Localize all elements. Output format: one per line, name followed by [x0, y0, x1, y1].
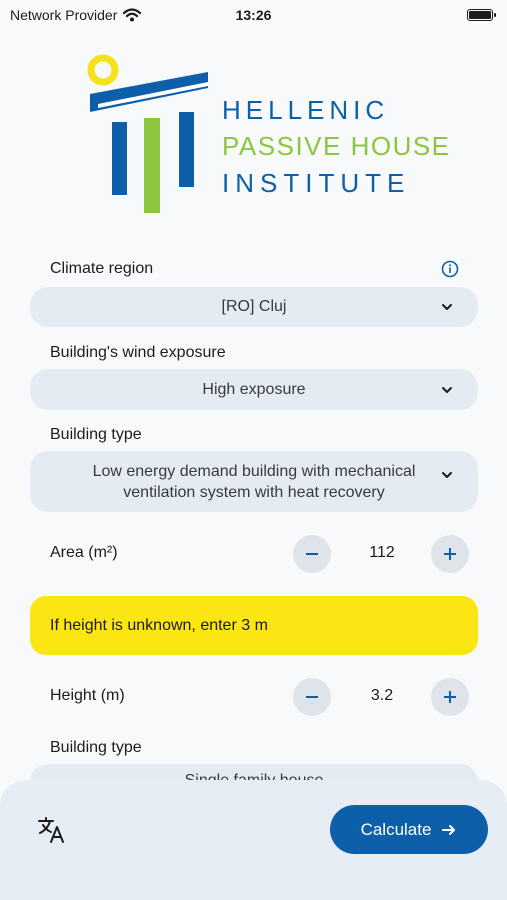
- climate-region-dropdown[interactable]: [RO] Cluj: [30, 287, 478, 327]
- chevron-down-icon: [442, 304, 452, 310]
- area-decrement-button[interactable]: [293, 535, 331, 573]
- status-bar: Network Provider 13:26: [0, 0, 507, 30]
- area-label: Area (m²): [50, 544, 118, 561]
- area-value[interactable]: 112: [352, 544, 412, 562]
- chevron-down-icon: [442, 386, 452, 393]
- height-hint-banner: If height is unknown, enter 3 m: [30, 596, 478, 655]
- arrow-right-icon: [442, 824, 456, 835]
- plus-icon: [444, 548, 456, 560]
- building-type-2-label: Building type: [50, 739, 142, 756]
- bottom-action-bar: Calculate: [0, 780, 507, 900]
- height-hint-text: If height is unknown, enter 3 m: [50, 616, 268, 634]
- carrier-name: Network Provider: [10, 7, 118, 23]
- height-decrement-button[interactable]: [293, 678, 331, 716]
- building-type-dropdown[interactable]: Low energy demand building with mechanic…: [30, 451, 478, 512]
- minus-icon: [306, 553, 318, 555]
- building-type-value: Low energy demand building with mechanic…: [92, 462, 416, 501]
- logo-text-passive-house: PASSIVE HOUSE: [222, 131, 451, 161]
- height-value[interactable]: 3.2: [352, 687, 412, 705]
- logo-text-hellenic: HELLENIC: [222, 95, 390, 125]
- calculate-label: Calculate: [360, 819, 432, 839]
- battery-icon: [467, 9, 496, 21]
- building-type-label: Building type: [50, 426, 142, 443]
- plus-icon: [444, 691, 456, 703]
- info-icon[interactable]: [441, 260, 459, 278]
- status-left: Network Provider: [10, 7, 142, 23]
- chevron-down-icon: [442, 471, 452, 478]
- logo-graphic: [87, 54, 208, 213]
- wifi-icon: [123, 8, 142, 22]
- translate-icon[interactable]: [36, 814, 68, 846]
- area-increment-button[interactable]: [431, 535, 469, 573]
- climate-region-label: Climate region: [50, 260, 154, 277]
- calculate-button[interactable]: Calculate: [330, 805, 488, 854]
- minus-icon: [306, 696, 318, 698]
- height-label: Height (m): [50, 687, 125, 704]
- logo-text-institute: INSTITUTE: [222, 168, 411, 198]
- wind-exposure-label: Building's wind exposure: [50, 344, 226, 361]
- institute-logo: HELLENIC PASSIVE HOUSE INSTITUTE: [86, 50, 449, 220]
- climate-region-value: [RO] Cluj: [221, 298, 287, 315]
- wind-exposure-value: High exposure: [202, 380, 306, 398]
- height-increment-button[interactable]: [431, 678, 469, 716]
- wind-exposure-dropdown[interactable]: High exposure: [30, 369, 478, 410]
